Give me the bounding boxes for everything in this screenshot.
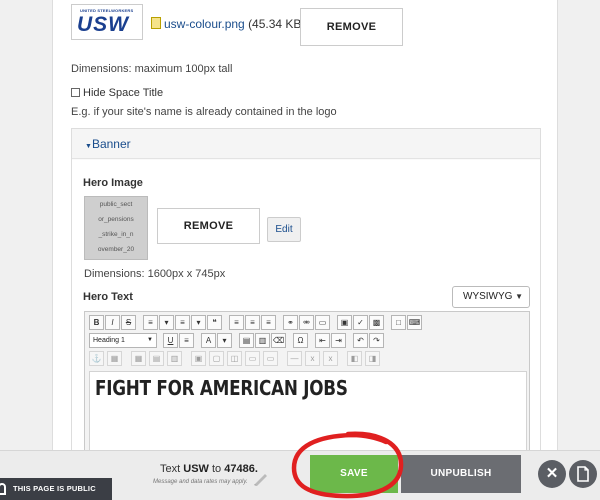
sup-icon[interactable]: x [323, 351, 338, 366]
merge-cells-icon[interactable]: ▣ [191, 351, 206, 366]
align-center-icon[interactable]: ≡ [245, 315, 260, 330]
logo-file-size: (45.34 KB) [248, 17, 306, 31]
bullet-list-icon[interactable]: ≡ [143, 315, 158, 330]
hide-space-title-checkbox[interactable] [71, 88, 80, 97]
text-prefix: Text [160, 463, 181, 475]
thumbnail-text-line: ovember_20 [97, 246, 135, 253]
editor-mode-value: WYSIWYG [463, 291, 513, 302]
hero-dimensions-note: Dimensions: 1600px x 745px [84, 268, 226, 280]
sub-icon[interactable]: x [305, 351, 320, 366]
template-icon[interactable]: ▦ [107, 351, 122, 366]
logo-dimensions-note: Dimensions: maximum 100px tall [71, 63, 233, 75]
split-cells-icon[interactable]: ▢ [209, 351, 224, 366]
logo-upload-row: UNITED STEELWORKERS USW usw-colour.png (… [71, 4, 541, 46]
redo-icon[interactable]: ↷ [369, 333, 384, 348]
anchor-icon[interactable]: ⚓ [89, 351, 104, 366]
document-icon[interactable] [569, 460, 597, 488]
paste-text-icon[interactable]: ▥ [255, 333, 270, 348]
caret-down-icon: ▼ [85, 143, 92, 150]
logo-preview: UNITED STEELWORKERS USW [71, 4, 143, 40]
edit-hero-image-button[interactable]: Edit [267, 217, 301, 242]
font-color-icon[interactable]: A [201, 333, 216, 348]
justify-icon[interactable]: ≡ [179, 333, 194, 348]
spellcheck-icon[interactable]: ✓ [353, 315, 368, 330]
indent-icon[interactable]: ⇥ [331, 333, 346, 348]
media-icon[interactable]: ▩ [369, 315, 384, 330]
text-to-join: Text USW to 47486. [160, 463, 258, 475]
thumbnail-text-line: public_sect [99, 201, 133, 208]
hero-heading-text[interactable]: FIGHT FOR AMERICAN JOBS [95, 376, 348, 400]
hr-icon[interactable]: — [287, 351, 302, 366]
logo-file-name[interactable]: usw-colour.png [164, 17, 245, 31]
logo-main-text: USW [77, 13, 129, 36]
logo-file-link[interactable]: usw-colour.png (45.34 KB) [151, 17, 305, 31]
settings-panel: UNITED STEELWORKERS USW usw-colour.png (… [52, 0, 558, 500]
remove-hero-image-button[interactable]: REMOVE [157, 208, 260, 244]
hero-image-label: Hero Image [83, 177, 143, 189]
heading-format-select[interactable]: Heading 1 ▼ [89, 333, 157, 348]
outdent-icon[interactable]: ⇤ [315, 333, 330, 348]
page-break-icon[interactable]: ▭ [315, 315, 330, 330]
paste-icon[interactable]: ▤ [239, 333, 254, 348]
bold-icon[interactable]: B [89, 315, 104, 330]
text-keyword: USW [183, 463, 209, 475]
unpublish-button[interactable]: UNPUBLISH [401, 455, 521, 493]
table-col-icon[interactable]: ▥ [167, 351, 182, 366]
remove-logo-button[interactable]: REMOVE [300, 8, 403, 46]
link-icon[interactable]: ⚭ [283, 315, 298, 330]
text-mid: to [211, 463, 222, 475]
hero-image-thumbnail: public_sect or_pensions _strike_in_n ove… [84, 196, 148, 260]
banner-toggle[interactable]: ▼Banner [72, 129, 540, 159]
close-icon[interactable]: ✕ [538, 460, 566, 488]
italic-icon[interactable]: I [105, 315, 120, 330]
hide-space-title-row[interactable]: Hide Space Title [71, 87, 163, 99]
strike-icon[interactable]: S [121, 315, 136, 330]
keyboard-icon[interactable]: ⌨ [407, 315, 422, 330]
heading-format-value: Heading 1 [93, 337, 125, 344]
numbered-list-icon[interactable]: ≡ [175, 315, 190, 330]
page-public-status: THIS PAGE IS PUBLIC [0, 478, 112, 500]
source2-icon[interactable]: ◨ [365, 351, 380, 366]
table-icon[interactable]: ▦ [131, 351, 146, 366]
dropdown-icon[interactable]: ▾ [191, 315, 206, 330]
lock-icon [0, 483, 6, 495]
banner-section-label: Banner [91, 137, 131, 151]
pencil-icon [254, 474, 267, 486]
source-icon[interactable]: ◧ [347, 351, 362, 366]
blockquote-icon[interactable]: ❝ [207, 315, 222, 330]
unlink-icon[interactable]: ⚮ [299, 315, 314, 330]
page-public-status-text: THIS PAGE IS PUBLIC [13, 484, 96, 493]
thumbnail-text-line: or_pensions [98, 216, 134, 223]
align-left-icon[interactable]: ≡ [229, 315, 244, 330]
chevron-down-icon: ▼ [147, 337, 153, 343]
insert-row-icon[interactable]: ▭ [263, 351, 278, 366]
image-icon[interactable]: ▣ [337, 315, 352, 330]
dropdown-icon[interactable]: ▾ [217, 333, 232, 348]
red-circle-annotation [291, 431, 404, 499]
align-right-icon[interactable]: ≡ [261, 315, 276, 330]
delete-row-icon[interactable]: ▭ [245, 351, 260, 366]
special-char-icon[interactable]: Ω [293, 333, 308, 348]
hide-space-title-label: Hide Space Title [83, 87, 164, 99]
image-file-icon [151, 17, 161, 29]
cell-props-icon[interactable]: ◫ [227, 351, 242, 366]
hero-text-label: Hero Text [83, 291, 133, 303]
chevron-down-icon: ▼ [515, 292, 523, 301]
thumbnail-text-line: _strike_in_n [98, 231, 134, 238]
rates-disclaimer: Message and data rates may apply. [153, 479, 248, 485]
editor-mode-select[interactable]: WYSIWYG ▼ [452, 286, 530, 308]
logo-hint: E.g. if your site's name is already cont… [71, 106, 337, 118]
table-row-icon[interactable]: ▤ [149, 351, 164, 366]
underline-icon[interactable]: U [163, 333, 178, 348]
fullscreen-icon[interactable]: □ [391, 315, 406, 330]
undo-icon[interactable]: ↶ [353, 333, 368, 348]
dropdown-icon[interactable]: ▾ [159, 315, 174, 330]
remove-format-icon[interactable]: ⌫ [271, 333, 286, 348]
